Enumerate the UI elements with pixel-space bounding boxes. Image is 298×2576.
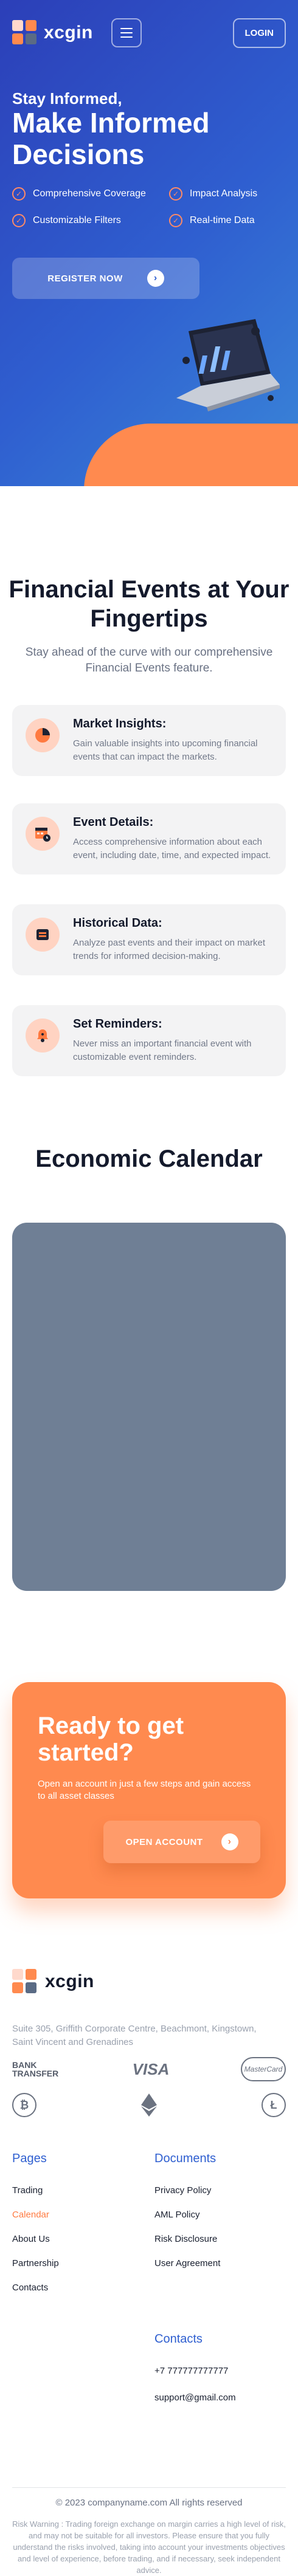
mastercard-icon: MasterCard: [241, 2057, 286, 2081]
section-title: Economic Calendar: [35, 1145, 263, 1172]
footer-brand-logo[interactable]: xcgin: [12, 1969, 94, 1994]
calendar-clock-icon: [26, 817, 60, 851]
cta-text: Open an account in just a few steps and …: [38, 1779, 251, 1801]
hero-title: Make Informed Decisions: [12, 107, 210, 170]
logo-icon: [12, 1969, 38, 1994]
pie-chart-icon: [26, 718, 60, 752]
feature-item: ✓ Comprehensive Coverage: [12, 187, 169, 201]
company-address: Suite 305, Griffith Corporate Centre, Be…: [12, 2024, 257, 2047]
hero-section: xcgin LOGIN Stay Informed, Make Informed…: [0, 0, 298, 486]
feature-card: Set Reminders: Never miss an important f…: [12, 1005, 286, 1076]
economic-calendar-section: Economic Calendar: [0, 1124, 298, 1682]
crypto-methods: ₿ Ł: [12, 2093, 286, 2117]
contact-phone[interactable]: +7 777777777777: [154, 2366, 228, 2376]
check-icon: ✓: [169, 187, 182, 201]
bell-icon: [26, 1018, 60, 1053]
contacts-heading: Contacts: [154, 2332, 203, 2346]
check-icon: ✓: [12, 214, 26, 227]
litecoin-icon: Ł: [262, 2093, 286, 2117]
hero-subtitle: Stay Informed,: [12, 89, 122, 108]
footer-link-privacy-policy[interactable]: Privacy Policy: [154, 2185, 211, 2196]
financial-events-section: Financial Events at Your Fingertips Stay…: [0, 486, 298, 1124]
footer-link-user-agreement[interactable]: User Agreement: [154, 2258, 220, 2269]
check-icon: ✓: [169, 214, 182, 227]
economic-calendar-widget[interactable]: [12, 1223, 286, 1591]
footer-link-about-us[interactable]: About Us: [12, 2234, 50, 2244]
hero-decorative-shape: [84, 424, 298, 486]
hero-features: ✓ Comprehensive Coverage ✓ Impact Analysis…: [12, 187, 286, 227]
footer-link-risk-disclosure[interactable]: Risk Disclosure: [154, 2234, 217, 2244]
footer-link-trading[interactable]: Trading: [12, 2185, 43, 2196]
contact-email[interactable]: support@gmail.com: [154, 2392, 236, 2403]
footer-link-partnership[interactable]: Partnership: [12, 2258, 59, 2269]
footer-link-contacts[interactable]: Contacts: [12, 2282, 48, 2293]
feature-card: Historical Data: Analyze past events and…: [12, 904, 286, 975]
payment-methods: BANK TRANSFER VISA MasterCard: [12, 2057, 286, 2081]
feature-card: Market Insights: Gain valuable insights …: [12, 705, 286, 776]
login-button[interactable]: LOGIN: [232, 18, 286, 48]
footer: xcgin Suite 305, Griffith Corporate Cent…: [0, 1969, 298, 2575]
arrow-right-icon: ›: [221, 1833, 238, 1850]
brand-name: xcgin: [45, 1971, 94, 1991]
copyright-text: © 2023 companyname.com All rights reserv…: [55, 2498, 243, 2508]
ethereum-icon: [137, 2093, 161, 2117]
feature-item: ✓ Impact Analysis: [169, 187, 286, 201]
bitcoin-icon: ₿: [12, 2093, 36, 2117]
documents-heading: Documents: [154, 2152, 217, 2165]
feature-item: ✓ Customizable Filters: [12, 214, 169, 227]
cta-title: Ready to get started?: [38, 1712, 184, 1766]
brand-logo[interactable]: xcgin: [12, 20, 93, 46]
pages-heading: Pages: [12, 2152, 47, 2165]
risk-warning-text: Risk Warning : Trading foreign exchange …: [12, 2519, 286, 2575]
laptop-illustration-icon: [176, 319, 280, 411]
wallet-icon: [26, 918, 60, 952]
feature-item: ✓ Real-time Data: [169, 214, 286, 227]
bank-transfer-icon: BANK TRANSFER: [12, 2060, 59, 2078]
feature-card: Event Details: Access comprehensive info…: [12, 803, 286, 874]
hamburger-menu-icon[interactable]: [111, 18, 142, 47]
footer-link-calendar[interactable]: Calendar: [12, 2210, 49, 2220]
visa-icon: VISA: [132, 2059, 170, 2078]
open-account-button[interactable]: OPEN ACCOUNT ›: [103, 1821, 260, 1863]
section-title: Financial Events at Your Fingertips: [9, 576, 289, 632]
cta-card: Ready to get started? Open an account in…: [12, 1682, 286, 1898]
cta-section: Ready to get started? Open an account in…: [0, 1682, 298, 1969]
logo-icon: [12, 20, 38, 46]
register-now-button[interactable]: REGISTER NOW ›: [12, 258, 199, 299]
brand-name: xcgin: [44, 22, 93, 43]
arrow-right-icon: ›: [147, 270, 164, 287]
top-navbar: xcgin LOGIN: [12, 17, 286, 49]
section-subtitle: Stay ahead of the curve with our compreh…: [25, 646, 273, 675]
footer-divider: [12, 2487, 286, 2488]
footer-link-aml-policy[interactable]: AML Policy: [154, 2210, 199, 2220]
check-icon: ✓: [12, 187, 26, 201]
